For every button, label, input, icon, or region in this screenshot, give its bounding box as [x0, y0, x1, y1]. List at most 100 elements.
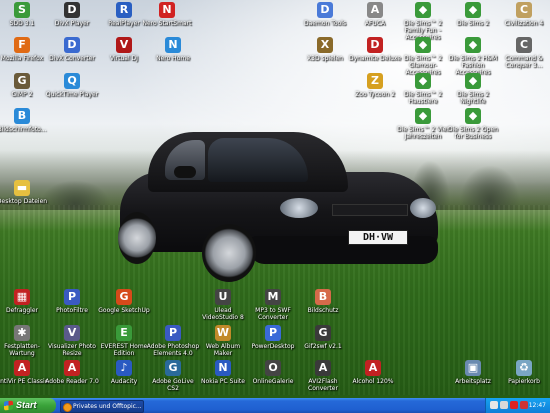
desktop-shortcut-powerdesktop[interactable]: P PowerDesktop [246, 325, 300, 350]
divx-player-icon: D [64, 2, 80, 18]
desktop-shortcut-adobe-reader[interactable]: A Adobe Reader 7.0 [45, 360, 99, 385]
antivir-tray-icon[interactable] [510, 401, 518, 409]
sdd-icon: S [14, 2, 30, 18]
desktop-shortcut-online-galerie[interactable]: O OnlineGalerie [246, 360, 300, 385]
clock[interactable]: 12:47 [529, 398, 546, 413]
desktop-shortcut-label: QuickTime Player [45, 91, 99, 98]
desktop-shortcut-sims2-open[interactable]: ◆ Die Sims 2 Open for Business [446, 108, 500, 140]
desktop-shortcut-mozilla-firefox[interactable]: F Mozilla Firefox [0, 37, 49, 62]
desktop-shortcut-daemon-tools[interactable]: D Daemon Tools [298, 2, 352, 27]
desktop-shortcut-mp3-to-swf[interactable]: M MP3 to SWF Converter [246, 289, 300, 321]
nero-icon: N [159, 2, 175, 18]
messenger-icon[interactable] [520, 401, 528, 409]
desktop-shortcut-command-conquer[interactable]: C Command & Conquer 3... [497, 37, 550, 69]
system-tray: 12:47 [485, 398, 550, 413]
desktop: DH·VW S SDD 3.1 D DivX Player R RealPlayer N Ne… [0, 0, 550, 413]
desktop-shortcut-quicktime[interactable]: Q QuickTime Player [45, 73, 99, 98]
command-conquer-icon: C [516, 37, 532, 53]
folder-icon: ▬ [14, 180, 30, 196]
desktop-shortcut-label: MP3 to SWF Converter [255, 307, 291, 321]
desktop-shortcut-sims2-family[interactable]: ◆Die Sims™ 2 Family Fun – Accessoires [396, 2, 450, 41]
desktop-shortcut-visualizer[interactable]: V Visualizer Photo Resize [45, 325, 99, 357]
desktop-shortcut-sims2-h-m[interactable]: ◆Die Sims 2 H&M Fashion Accessoires [446, 37, 500, 76]
civilization-icon: C [516, 2, 532, 18]
desktop-shortcut-photoshop-elements[interactable]: P Adobe Photoshop Elements 4.0 [146, 325, 200, 357]
desktop-shortcut-divx-player[interactable]: D DivX Player [45, 2, 99, 27]
desktop-shortcut-gif2swf[interactable]: G Gif2swf v2.1 [296, 325, 350, 350]
desktop-shortcut-sims2[interactable]: ◆ Die Sims 2 [446, 2, 500, 27]
desktop-shortcut-nero-home[interactable]: N Nero Home [146, 37, 200, 62]
desktop-shortcut-sims2-nightlife[interactable]: ◆ Die Sims 2 Nightlife [446, 73, 500, 105]
desktop-shortcut-adobe-golive[interactable]: G Adobe GoLive CS2 [146, 360, 200, 392]
desktop-shortcut-audacity[interactable]: ♪ Audacity [97, 360, 151, 385]
golive-icon: G [165, 360, 181, 376]
desktop-shortcut-civilization[interactable]: C Civilization 4 [497, 2, 550, 27]
desktop-shortcut-desktop-dateien[interactable]: ▬ Desktop Dateien [0, 180, 49, 205]
desktop-shortcut-zoo-tycoon[interactable]: Z Zoo Tycoon 2 [348, 73, 402, 98]
desktop-shortcut-sdl[interactable]: S SDD 3.1 [0, 2, 49, 27]
desktop-shortcut-dynamite-deluxe[interactable]: D Dynamite Deluxe [348, 37, 402, 62]
desktop-shortcut-label: Bildschutz [307, 307, 339, 314]
desktop-shortcut-arbeitsplatz[interactable]: ▣ Arbeitsplatz [446, 360, 500, 385]
desktop-shortcut-label: DivX Player [54, 20, 90, 27]
desktop-shortcut-nero-startsmart[interactable]: N Nero StartSmart [140, 2, 194, 27]
desktop-shortcut-avi2flash[interactable]: A AVI2Flash Converter [296, 360, 350, 392]
everest-icon: E [116, 325, 132, 341]
desktop-shortcut-label: Zoo Tycoon 2 [355, 91, 395, 98]
afuca-icon: A [367, 2, 383, 18]
desktop-shortcut-label: AVI2Flash Converter [308, 378, 338, 392]
sims-icon: ◆ [415, 73, 431, 89]
desktop-shortcut-nokia-pc-suite[interactable]: N Nokia PC Suite [196, 360, 250, 385]
mp3-swf-icon: M [265, 289, 281, 305]
firefox-icon: F [14, 37, 30, 53]
daemon-tools-icon: D [317, 2, 333, 18]
desktop-shortcut-sims2-glamour[interactable]: ◆Die Sims™ 2 Glamour-Accessoires [396, 37, 450, 76]
sims-icon: ◆ [465, 73, 481, 89]
desktop-shortcut-bildschutz[interactable]: B Bildschutz [296, 289, 350, 314]
desktop-shortcut-label: Nero StartSmart [142, 20, 192, 27]
desktop-shortcut-antivir[interactable]: A AntiVir PE Classic [0, 360, 49, 385]
desktop-shortcut-google-sketchup[interactable]: G Google SketchUp [97, 289, 151, 314]
desktop-shortcut-label: Arbeitsplatz [455, 378, 491, 385]
zoo-tycoon-icon: Z [367, 73, 383, 89]
photofiltre-icon: P [64, 289, 80, 305]
desktop-shortcut-festplatten-wartung[interactable]: ✱ Festplatten-Wartung [0, 325, 49, 357]
desktop-shortcut-defraggler[interactable]: ▦ Defraggler [0, 289, 49, 314]
wrench-icon: ✱ [14, 325, 30, 341]
desktop-shortcut-label: Dynamite Deluxe [349, 55, 401, 62]
desktop-shortcut-bildschirmfoto[interactable]: B Bildschirmfoto... [0, 108, 49, 133]
license-plate: DH·VW [348, 230, 408, 245]
desktop-shortcut-gimp[interactable]: G GIMP 2 [0, 73, 49, 98]
desktop-shortcut-photofiltre[interactable]: P PhotoFiltre [45, 289, 99, 314]
desktop-shortcut-virtual-dj[interactable]: V Virtual DJ [97, 37, 151, 62]
desktop-shortcut-sims2-jahreszeiten[interactable]: ◆ Die Sims™ 2 Vier Jahreszeiten [396, 108, 450, 140]
desktop-shortcut-label: GIMP 2 [11, 91, 33, 98]
adobe-reader-icon: A [64, 360, 80, 376]
desktop-shortcut-papierkorb[interactable]: ♻ Papierkorb [497, 360, 550, 385]
sims-icon: ◆ [465, 108, 481, 124]
web-album-icon: W [215, 325, 231, 341]
desktop-shortcut-x3d-spielen[interactable]: X X3D spielen [298, 37, 352, 62]
desktop-shortcut-sims2-haustiere[interactable]: ◆ Die Sims™ 2 Haustiere [396, 73, 450, 105]
network-icon[interactable] [490, 401, 498, 409]
ulead-icon: U [215, 289, 231, 305]
dynamite-icon: D [367, 37, 383, 53]
desktop-shortcut-label: Die Sims 2 Open for Business [448, 126, 498, 140]
alcohol-icon: A [365, 360, 381, 376]
desktop-shortcut-web-album-maker[interactable]: W Web Album Maker [196, 325, 250, 357]
x3d-icon: X [317, 37, 333, 53]
start-button[interactable]: Start [0, 398, 56, 413]
taskbar-window-button[interactable]: Privates und Offtopic... [60, 400, 144, 413]
desktop-shortcut-afuca[interactable]: A AFUCA [348, 2, 402, 27]
desktop-shortcut-alcohol[interactable]: A Alcohol 120% [346, 360, 400, 385]
desktop-shortcut-everest[interactable]: E EVEREST Home Edition [97, 325, 151, 357]
desktop-shortcut-divx-converter[interactable]: D DivX Converter [45, 37, 99, 62]
gimp-icon: G [14, 73, 30, 89]
desktop-shortcut-label: Nero Home [156, 55, 190, 62]
desktop-shortcut-ulead-videostudio[interactable]: U Ulead VideoStudio 8 [196, 289, 250, 321]
desktop-shortcut-label: PowerDesktop [251, 343, 295, 350]
speaker-icon[interactable] [500, 401, 508, 409]
desktop-shortcut-label: AFUCA [364, 20, 386, 27]
desktop-shortcut-label: Die Sims™ 2 Vier Jahreszeiten [397, 126, 449, 140]
defraggler-icon: ▦ [14, 289, 30, 305]
